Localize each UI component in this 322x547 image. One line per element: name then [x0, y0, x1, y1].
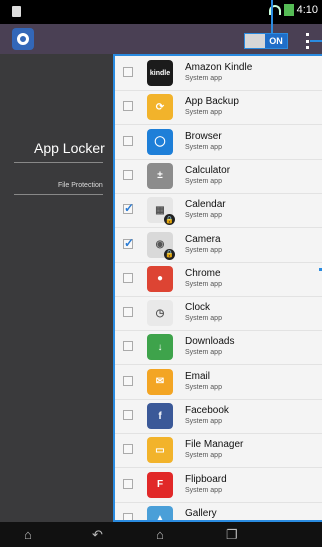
app-name: Camera: [185, 233, 221, 245]
app-type: System app: [185, 315, 222, 323]
app-checkbox[interactable]: [123, 512, 133, 520]
app-type: System app: [185, 349, 222, 357]
app-name: Flipboard: [185, 473, 227, 485]
app-row[interactable]: ▦🔒CalendarSystem app: [115, 193, 322, 229]
toggle-label: ON: [265, 34, 287, 48]
app-type: System app: [185, 177, 222, 185]
status-bar: 4:10: [0, 0, 322, 24]
app-checkbox[interactable]: [123, 444, 133, 455]
app-type: System app: [185, 109, 222, 117]
chrome-icon: ●: [147, 265, 173, 292]
app-checkbox[interactable]: [123, 135, 133, 146]
app-name: Clock: [185, 302, 211, 314]
app-row[interactable]: ▲GallerySystem app: [115, 502, 322, 520]
app-checkbox[interactable]: [123, 101, 133, 112]
home-icon[interactable]: ⌂: [156, 528, 164, 541]
status-time: 4:10: [296, 4, 318, 16]
facebook-icon: f: [147, 403, 173, 429]
app-row[interactable]: ↓ Downloads System app: [115, 330, 322, 366]
kindle-icon: kindle: [147, 60, 173, 86]
app-checkbox[interactable]: [123, 307, 133, 318]
back-icon[interactable]: ↶: [92, 528, 103, 541]
callout-line: [271, 0, 273, 33]
app-name: Amazon Kindle: [185, 62, 253, 73]
gallery-icon: ▲: [147, 505, 173, 520]
app-checkbox[interactable]: [123, 236, 134, 250]
app-backup-icon: ⟳: [147, 94, 173, 121]
app-row[interactable]: ± Calculator System app: [115, 159, 322, 194]
lock-icon: 🔒: [164, 214, 175, 226]
app-type: System app: [185, 143, 222, 151]
app-name: Gallery: [185, 507, 217, 519]
app-name: Calculator: [185, 164, 231, 176]
app-row[interactable]: F Flipboard System app: [115, 468, 322, 503]
callout-line: [310, 40, 322, 42]
app-checkbox[interactable]: [123, 410, 133, 420]
app-type: System app: [185, 452, 222, 460]
status-icons: 4:10: [268, 4, 318, 16]
side-panel: App Locker File Protection: [0, 54, 113, 522]
app-locker-toggle[interactable]: ON: [244, 33, 288, 49]
app-row[interactable]: ◷ Clock System app: [115, 296, 322, 332]
app-type: System app: [185, 246, 222, 254]
app-name: Email: [185, 370, 211, 382]
clock-icon: ◷: [147, 300, 173, 327]
panel-title[interactable]: App Locker: [34, 140, 105, 156]
app-name: App Backup: [185, 96, 239, 108]
file-manager-icon: ▭: [147, 437, 173, 464]
file-protection-item[interactable]: File Protection: [58, 182, 103, 189]
app-row[interactable]: f Facebook System app: [115, 399, 322, 434]
app-row[interactable]: ◯ Browser System app: [115, 125, 322, 160]
app-row[interactable]: ⟳ App Backup System app: [115, 90, 322, 126]
app-row[interactable]: ● Chrome System app: [115, 262, 322, 297]
app-checkbox[interactable]: [123, 201, 134, 215]
app-type: System app: [185, 383, 222, 391]
app-type: System app: [185, 280, 222, 288]
app-name: Calendar: [185, 199, 226, 211]
app-name: Browser: [185, 130, 222, 142]
app-checkbox[interactable]: [123, 272, 133, 283]
divider: [14, 162, 103, 163]
lock-icon: 🔒: [164, 248, 175, 260]
email-icon: ✉: [147, 368, 173, 395]
app-type: System app: [185, 75, 222, 82]
app-checkbox[interactable]: [123, 169, 133, 180]
app-row[interactable]: ✉ Email System app: [115, 365, 322, 400]
app-locker-icon[interactable]: [12, 28, 34, 50]
notification-icon: [12, 6, 21, 17]
app-name: Facebook: [185, 405, 229, 416]
app-row[interactable]: kindle Amazon Kindle System app: [115, 56, 322, 91]
browser-icon: ◯: [147, 128, 173, 155]
app-list[interactable]: kindle Amazon Kindle System app ⟳ App Backup…: [113, 54, 322, 522]
recent-apps-icon[interactable]: ❐: [226, 528, 238, 541]
app-type: System app: [185, 418, 222, 425]
app-checkbox[interactable]: [123, 341, 133, 352]
app-type: System app: [185, 486, 222, 494]
downloads-icon: ↓: [147, 334, 173, 361]
battery-icon: [283, 4, 294, 16]
app-name: File Manager: [185, 439, 244, 451]
app-row[interactable]: ◉🔒CameraSystem app: [115, 228, 322, 263]
app-name: Chrome: [185, 267, 221, 279]
app-checkbox[interactable]: [123, 478, 133, 489]
app-checkbox[interactable]: [123, 375, 133, 386]
app-name: Downloads: [185, 336, 235, 348]
app-checkbox[interactable]: [123, 67, 133, 77]
flipboard-icon: F: [147, 471, 173, 498]
app-row[interactable]: ▭ File Manager System app: [115, 433, 322, 469]
app-type: System app: [185, 212, 222, 220]
menu-nav-icon[interactable]: ⌂: [24, 528, 32, 541]
calculator-icon: ±: [147, 162, 173, 189]
divider: [14, 194, 103, 195]
navigation-bar: ⌂ ↶ ⌂ ❐: [0, 522, 322, 547]
